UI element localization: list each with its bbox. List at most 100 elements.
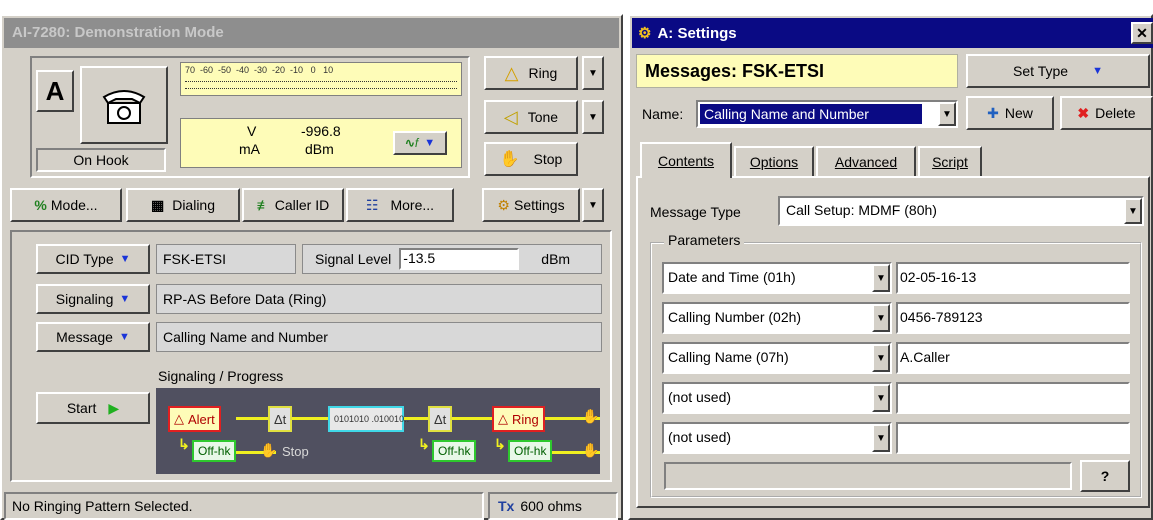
signaling-value: RP-AS Before Data (Ring) [156,284,602,314]
line-letter: A [36,70,74,112]
chevron-down-icon: ▼ [1128,205,1138,217]
parameter-value-input[interactable]: A.Caller [896,342,1130,374]
freq-label: f [414,136,419,150]
help-button[interactable]: ? [1080,460,1130,492]
parameter-row: (not used) ▼ [662,382,1132,414]
meter-scale-labels: 70 -60 -50 -40 -30 -20 -10 0 10 [185,65,334,75]
freq-dropdown[interactable]: ∿ f ▼ [393,131,447,155]
parameter-type-arrow[interactable]: ▼ [872,304,890,332]
parameter-type-arrow[interactable]: ▼ [872,264,890,292]
signal-level-input[interactable]: -13.5 [399,248,520,270]
message-type-select[interactable]: Call Setup: MDMF (80h) ▼ [778,196,1144,226]
data-box: 0101010 .010010.. [328,406,409,432]
off-hook-label-2: Off-hk [438,444,471,458]
message-type-arrow[interactable]: ▼ [1124,198,1142,224]
hand-icon: ✋ [499,151,520,168]
parameter-type-select[interactable]: (not used) ▼ [662,382,892,414]
caller-id-button[interactable]: ≢ Caller ID [242,188,344,222]
new-label: New [1004,105,1033,121]
name-select-arrow[interactable]: ▼ [938,102,956,126]
start-button[interactable]: Start ▶ [36,392,150,424]
messages-header: Messages: FSK-ETSI [636,54,958,88]
set-type-button[interactable]: Set Type ▼ [966,54,1150,88]
delete-icon: ✖ [1077,104,1090,121]
off-hook-label-1: Off-hk [198,444,231,458]
tone-dropdown[interactable]: ▼ [582,100,604,134]
cid-type-button[interactable]: CID Type ▼ [36,244,150,274]
new-button[interactable]: ✚ New [966,96,1054,130]
tab-script[interactable]: Script [918,146,982,176]
parameter-type-value: (not used) [668,389,732,405]
mode-button[interactable]: % Mode... [10,188,122,222]
parameter-row: Calling Name (07h) ▼ A.Caller [662,342,1132,374]
messages-label: Messages: FSK-ETSI [645,60,825,81]
message-button[interactable]: Message ▼ [36,322,150,352]
parameter-type-select[interactable]: Calling Number (02h) ▼ [662,302,892,334]
parameter-type-arrow[interactable]: ▼ [872,424,890,452]
ring-label: Ring [528,65,558,81]
hand-icon: ✋ [582,442,600,458]
parameter-type-value: Date and Time (01h) [668,269,796,285]
status-message: No Ringing Pattern Selected. [4,492,484,520]
data-label: 0101010 .010010.. [334,414,410,424]
branch-arrow-icon: ↳ [418,436,430,452]
ring-box: △ Ring [492,406,545,432]
more-label: More... [390,197,435,213]
tab-advanced[interactable]: Advanced [816,146,916,176]
help-label: ? [1100,468,1110,484]
name-label: Name: [642,106,684,122]
chevron-down-icon: ▼ [588,67,598,79]
transmit-icon: Tx [498,498,515,514]
signal-level-unit: dBm [541,251,571,267]
tab-options[interactable]: Options [734,146,814,176]
dialing-button[interactable]: ▦ Dialing [126,188,240,222]
hook-status: On Hook [36,148,166,172]
unit-ma: mA [239,141,260,157]
name-select[interactable]: Calling Name and Number ▼ [696,100,958,128]
settings-dropdown[interactable]: ▼ [582,188,604,222]
ring-box-label: Ring [512,411,539,427]
close-button[interactable]: ✕ [1131,22,1153,44]
parameter-value-input[interactable]: 02-05-16-13 [896,262,1130,294]
more-button[interactable]: ☷ More... [346,188,454,222]
tone-label: Tone [527,109,559,125]
signaling-button[interactable]: Signaling ▼ [36,284,150,314]
meter-readout: V mA -996.8 dBm ∿ f ▼ [180,118,462,168]
branch-arrow-icon: ↳ [178,436,190,452]
new-icon: ✚ [987,104,999,121]
parameter-row: Calling Number (02h) ▼ 0456-789123 [662,302,1132,334]
off-hook-box-1: Off-hk [192,440,237,462]
parameter-value-input[interactable] [896,382,1130,414]
parameter-type-arrow[interactable]: ▼ [872,344,890,372]
parameter-type-select[interactable]: (not used) ▼ [662,422,892,454]
speaker-icon: ◁ [503,106,518,127]
bell-icon: △ [504,62,519,83]
parameter-type-select[interactable]: Date and Time (01h) ▼ [662,262,892,294]
mode-icon: % [34,197,47,213]
play-icon: ▶ [108,399,120,416]
tone-button[interactable]: ◁ Tone [484,100,578,134]
parameter-type-select[interactable]: Calling Name (07h) ▼ [662,342,892,374]
message-value: Calling Name and Number [156,322,602,352]
main-window-titlebar: AI-7280: Demonstration Mode [4,18,619,48]
parameter-value-input[interactable] [896,422,1130,454]
cid-type-value: FSK-ETSI [156,244,296,274]
ring-button[interactable]: △ Ring [484,56,578,90]
waveform-icon: ∿ [404,136,415,150]
delete-button[interactable]: ✖ Delete [1060,96,1153,130]
signaling-label: Signaling [55,291,114,307]
parameter-type-arrow[interactable]: ▼ [872,384,890,412]
settings-titlebar: ⚙ A: Settings [632,18,1153,48]
phone-button[interactable] [80,66,168,144]
delta-t-box-2: Δt [428,406,453,432]
more-icon: ☷ [365,196,379,213]
parameter-type-value: Calling Name (07h) [668,349,789,365]
tab-contents[interactable]: Contents [640,142,732,178]
stop-button[interactable]: ✋ Stop [484,142,578,176]
parameters-label: Parameters [664,232,745,248]
settings-button[interactable]: ⚙ Settings [482,188,580,222]
chevron-down-icon: ▼ [588,111,598,123]
chevron-down-icon: ▼ [588,199,598,211]
ring-dropdown[interactable]: ▼ [582,56,604,90]
parameter-value-input[interactable]: 0456-789123 [896,302,1130,334]
